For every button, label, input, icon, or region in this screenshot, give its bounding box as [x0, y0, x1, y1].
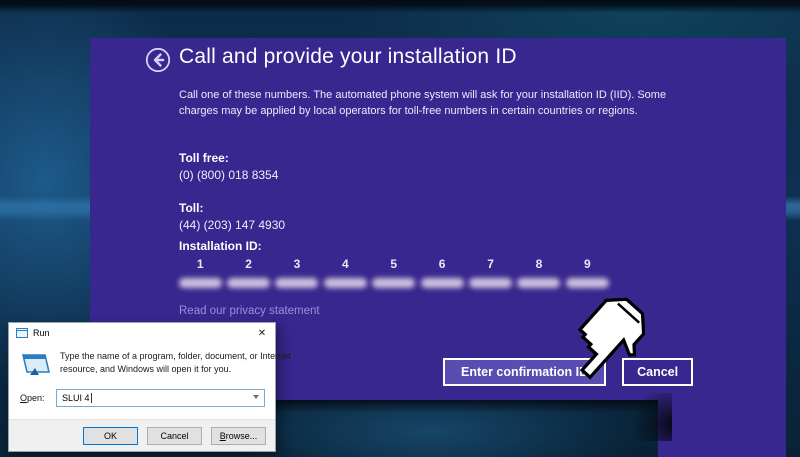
installation-id-column: 8: [515, 257, 563, 288]
privacy-statement-link[interactable]: Read our privacy statement: [179, 305, 320, 317]
installation-id-column: 3: [273, 257, 321, 288]
run-dialog-footer: OK Cancel Browse...: [9, 419, 275, 451]
installation-id-grid: 1 2 3 4 5 6 7 8 9: [176, 257, 612, 288]
back-arrow-icon: [145, 47, 171, 73]
installation-id-value-blurred: [324, 278, 367, 288]
toll-label: Toll:: [179, 201, 203, 215]
run-message-line-1: Type the name of a program, folder, docu…: [60, 350, 291, 363]
run-dialog-icon: [16, 328, 28, 338]
installation-id-column: 7: [466, 257, 514, 288]
installation-id-column: 6: [418, 257, 466, 288]
open-input-value: SLUI 4: [62, 393, 90, 403]
ok-button[interactable]: OK: [83, 427, 138, 445]
installation-id-column-number: 5: [390, 257, 397, 271]
page-title: Call and provide your installation ID: [179, 45, 517, 69]
description-line-1: Call one of these numbers. The automated…: [179, 87, 666, 103]
installation-id-column: 4: [321, 257, 369, 288]
screen: Call and provide your installation ID Ca…: [0, 0, 800, 457]
installation-id-label: Installation ID:: [179, 239, 262, 253]
installation-id-value-blurred: [275, 278, 318, 288]
action-button-row: Enter confirmation ID Cancel: [443, 358, 693, 386]
run-icon: [20, 350, 60, 378]
back-button[interactable]: [145, 47, 171, 73]
installation-id-value-blurred: [421, 278, 464, 288]
installation-id-column-number: 7: [487, 257, 494, 271]
installation-id-value-blurred: [179, 278, 222, 288]
installation-id-column-number: 1: [197, 257, 204, 271]
run-dialog-message: Type the name of a program, folder, docu…: [60, 350, 291, 378]
installation-id-value-blurred: [517, 278, 560, 288]
description-line-2: charges may be applied by local operator…: [179, 103, 666, 119]
run-dialog-titlebar: Run ✕: [9, 323, 275, 343]
open-label: Open:: [20, 393, 56, 403]
installation-id-column: 2: [224, 257, 272, 288]
installation-id-column-number: 4: [342, 257, 349, 271]
run-dialog-body: Type the name of a program, folder, docu…: [9, 343, 275, 380]
installation-id-column: 9: [563, 257, 611, 288]
installation-id-column-number: 9: [584, 257, 591, 271]
browse-button[interactable]: Browse...: [211, 427, 266, 445]
installation-id-column: 5: [370, 257, 418, 288]
enter-confirmation-id-button[interactable]: Enter confirmation ID: [443, 358, 606, 386]
installation-id-column-number: 2: [245, 257, 252, 271]
installation-id-column: 1: [176, 257, 224, 288]
run-dialog-title: Run: [33, 328, 50, 338]
toll-number: (44) (203) 147 4930: [179, 218, 285, 232]
cancel-button[interactable]: Cancel: [622, 358, 693, 386]
dropdown-chevron-icon[interactable]: [253, 395, 259, 399]
description: Call one of these numbers. The automated…: [179, 87, 666, 119]
window-corner-shadow: [626, 393, 672, 441]
open-input[interactable]: SLUI 4: [56, 389, 265, 407]
toll-free-label: Toll free:: [179, 151, 229, 165]
toll-free-number: (0) (800) 018 8354: [179, 168, 278, 182]
run-cancel-button[interactable]: Cancel: [147, 427, 202, 445]
run-dialog: Run ✕ Type the name of a program, folder…: [8, 322, 276, 452]
open-row: Open: SLUI 4: [9, 380, 275, 407]
installation-id-value-blurred: [469, 278, 512, 288]
installation-id-column-number: 8: [536, 257, 543, 271]
installation-id-column-number: 3: [294, 257, 301, 271]
run-message-line-2: resource, and Windows will open it for y…: [60, 363, 291, 376]
installation-id-value-blurred: [566, 278, 609, 288]
installation-id-value-blurred: [372, 278, 415, 288]
text-caret: [91, 393, 92, 403]
installation-id-value-blurred: [227, 278, 270, 288]
installation-id-column-number: 6: [439, 257, 446, 271]
close-icon[interactable]: ✕: [251, 328, 273, 339]
